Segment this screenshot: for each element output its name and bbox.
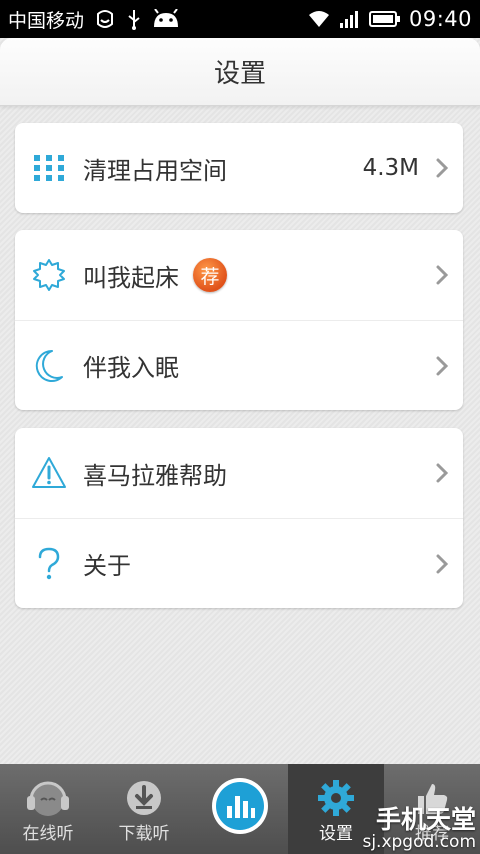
settings-group-alarm: 叫我起床 荐 伴我入眠 <box>15 230 463 410</box>
chevron-right-icon <box>436 554 449 573</box>
wake-me-up-label: 叫我起床 <box>83 263 179 292</box>
recommend-badge: 荐 <box>193 258 227 292</box>
chevron-right-icon <box>436 463 449 483</box>
tab-online-listen[interactable]: 在线听 <box>0 764 96 854</box>
download-icon <box>127 781 161 815</box>
chevron-right-icon <box>436 356 449 375</box>
watermark-title: 手机天堂 <box>375 805 476 834</box>
gear-icon <box>318 780 354 816</box>
tab-player[interactable] <box>192 764 288 854</box>
moon-icon <box>31 348 67 384</box>
usb-icon <box>128 10 140 30</box>
sleep-timer-row[interactable]: 伴我入眠 <box>15 320 463 410</box>
page-header: 设置 <box>0 38 480 106</box>
clear-cache-row[interactable]: 清理占用空间 4.3M <box>15 123 463 213</box>
about-row[interactable]: 关于 <box>15 518 463 608</box>
grid-icon <box>31 150 67 186</box>
about-label: 关于 <box>83 552 131 580</box>
carrier-label: 中国移动 <box>8 9 85 32</box>
sleep-timer-label: 伴我入眠 <box>83 354 179 382</box>
help-label: 喜马拉雅帮助 <box>83 461 227 490</box>
watermark-url: sj.xpgod.com <box>362 832 476 852</box>
clock: 09:40 <box>408 7 472 31</box>
tab-online-listen-label: 在线听 <box>22 824 74 844</box>
help-row[interactable]: 喜马拉雅帮助 <box>15 428 463 518</box>
tab-settings-label: 设置 <box>319 824 353 844</box>
clear-cache-label: 清理占用空间 <box>83 156 227 185</box>
signal-icon <box>339 11 358 28</box>
notification-icon <box>97 10 114 28</box>
tab-download-listen[interactable]: 下载听 <box>96 764 192 854</box>
battery-icon <box>368 11 400 27</box>
status-bar: 中国移动 09:40 <box>0 0 480 38</box>
warning-icon <box>31 455 67 491</box>
sun-icon <box>31 257 67 293</box>
headphones-icon <box>27 781 69 816</box>
page-title: 设置 <box>213 59 266 89</box>
tab-download-listen-label: 下载听 <box>118 824 170 844</box>
settings-group-storage: 清理占用空间 4.3M <box>15 123 463 213</box>
watermark: 手机天堂 sj.xpgod.com <box>362 800 476 852</box>
android-icon <box>154 9 179 27</box>
cache-size-value: 4.3M <box>362 155 419 181</box>
player-icon <box>212 778 268 834</box>
question-icon <box>31 546 67 582</box>
chevron-right-icon <box>436 265 449 285</box>
wifi-icon <box>308 11 329 27</box>
wake-me-up-row[interactable]: 叫我起床 荐 <box>15 230 463 320</box>
chevron-right-icon <box>436 158 449 178</box>
settings-group-help: 喜马拉雅帮助 关于 <box>15 428 463 608</box>
